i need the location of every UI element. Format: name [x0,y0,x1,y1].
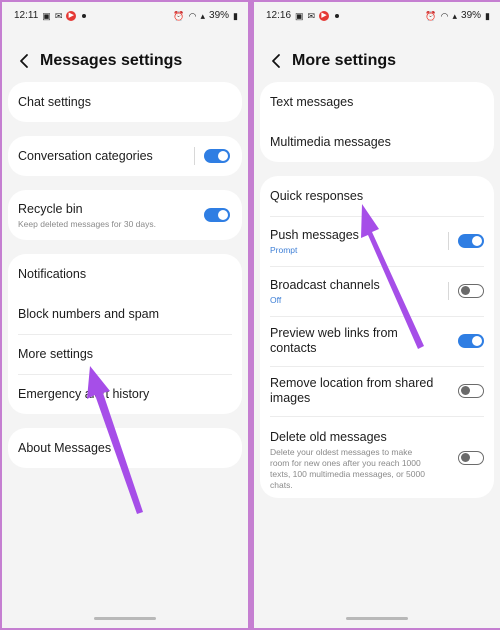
push-messages-label: Push messages [270,228,359,242]
alarm-icon: ⏰ [425,10,437,21]
app-header: Messages settings [2,46,248,76]
menu-item-label: Block numbers and spam [18,307,160,321]
chat-settings-card[interactable]: Chat settings [8,82,242,122]
delete-old-messages-desc-line1: Delete your oldest messages to make [270,447,413,457]
battery-icon: ▮ [233,10,238,21]
menu-item-block-numbers[interactable]: Block numbers and spam [8,294,242,334]
app-header: More settings [254,46,500,76]
page-title: Messages settings [40,52,183,69]
delete-old-messages-desc-line3: texts, 100 multimedia messages, or 5000 [270,469,425,479]
settings-menu-card: Notifications Block numbers and spam Mor… [8,254,242,414]
status-time: 12:16 [266,10,292,21]
about-messages-label: About Messages [18,441,112,455]
delete-old-messages-desc-line4: chats. [270,480,293,490]
separator [448,282,449,300]
menu-item-label: Emergency alert history [18,387,150,401]
menu-item-more-settings[interactable]: More settings [8,334,242,374]
preview-web-links-label-line1: Preview web links from [270,326,398,340]
back-arrow-icon[interactable] [18,53,30,69]
battery-percent: 39% [461,10,482,21]
conversation-categories-label: Conversation categories [18,149,153,163]
signal-icon: ▴ [452,10,458,21]
broadcast-channels-item[interactable]: Broadcast channels Off [260,266,494,316]
push-messages-item[interactable]: Push messages Prompt [260,216,494,266]
status-bar: 12:16 ▣ ✉ ▶ ⏰ ◠ ▴ 39% ▮ [254,2,500,30]
broadcast-channels-toggle[interactable] [458,284,484,298]
recycle-bin-toggle[interactable] [204,208,230,222]
preview-web-links-label-line2: contacts [270,341,317,355]
alarm-icon: ⏰ [173,10,185,21]
back-arrow-icon[interactable] [270,53,282,69]
messages-type-card: Text messages Multimedia messages [260,82,494,162]
gallery-notification-icon: ▣ [42,10,51,21]
wifi-icon: ◠ [440,10,449,21]
delete-old-messages-toggle[interactable] [458,451,484,465]
messages-notification-icon: ✉ [307,10,316,21]
recycle-bin-subtitle: Keep deleted messages for 30 days. [18,219,156,229]
more-notifications-icon [335,13,340,18]
conversation-categories-toggle[interactable] [204,149,230,163]
gallery-notification-icon: ▣ [295,10,304,21]
messages-notification-icon: ✉ [54,10,63,21]
status-time: 12:11 [14,10,39,21]
text-messages-label: Text messages [270,95,354,109]
home-indicator [346,617,408,620]
left-screen: 12:11 ▣ ✉ ▶ ⏰ ◠ ▴ 39% ▮ Messages setting… [2,2,248,628]
remove-location-item[interactable]: Remove location from shared images [260,366,494,416]
chat-settings-label: Chat settings [18,95,91,109]
recycle-bin-label: Recycle bin [18,202,83,216]
youtube-notification-icon: ▶ [319,10,330,21]
delete-old-messages-item[interactable]: Delete old messages Delete your oldest m… [260,416,494,498]
about-messages-card[interactable]: About Messages [8,428,242,468]
menu-item-notifications[interactable]: Notifications [8,254,242,294]
remove-location-toggle[interactable] [458,384,484,398]
remove-location-label-line1: Remove location from shared [270,376,434,390]
separator [194,147,195,165]
menu-item-label: Notifications [18,267,87,281]
more-notifications-icon [82,13,87,18]
battery-percent: 39% [209,10,230,21]
page-title: More settings [292,52,397,69]
push-messages-toggle[interactable] [458,234,484,248]
conversation-categories-card[interactable]: Conversation categories [8,136,242,176]
separator [448,232,449,250]
multimedia-messages-label: Multimedia messages [270,135,391,149]
status-bar: 12:11 ▣ ✉ ▶ ⏰ ◠ ▴ 39% ▮ [2,2,248,30]
broadcast-channels-status: Off [270,295,282,305]
preview-web-links-toggle[interactable] [458,334,484,348]
push-messages-status: Prompt [270,245,298,255]
signal-icon: ▴ [200,10,206,21]
delete-old-messages-desc-line2: room for new ones after you reach 1000 [270,458,421,468]
quick-responses-label: Quick responses [270,189,364,203]
right-screen: 12:16 ▣ ✉ ▶ ⏰ ◠ ▴ 39% ▮ More settings Te… [254,2,500,628]
delete-old-messages-label: Delete old messages [270,430,387,444]
more-settings-card: Quick responses Push messages Prompt Bro… [260,176,494,498]
preview-web-links-item[interactable]: Preview web links from contacts [260,316,494,366]
multimedia-messages-item[interactable]: Multimedia messages [260,122,494,162]
battery-icon: ▮ [485,10,490,21]
quick-responses-item[interactable]: Quick responses [260,176,494,216]
remove-location-label-line2: images [270,391,311,405]
recycle-bin-card[interactable]: Recycle bin Keep deleted messages for 30… [8,190,242,240]
text-messages-item[interactable]: Text messages [260,82,494,122]
home-indicator [94,617,156,620]
youtube-notification-icon: ▶ [66,10,77,21]
wifi-icon: ◠ [188,10,197,21]
menu-item-label: More settings [18,347,94,361]
menu-item-emergency-alert-history[interactable]: Emergency alert history [8,374,242,414]
broadcast-channels-label: Broadcast channels [270,278,380,292]
